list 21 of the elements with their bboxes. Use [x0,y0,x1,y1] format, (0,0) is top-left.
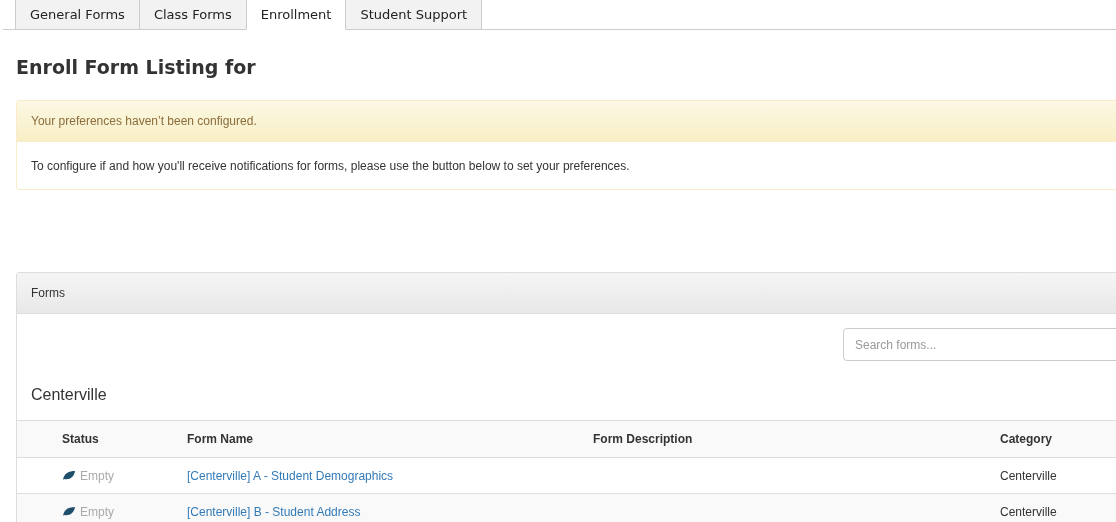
column-header: Form Name [187,420,593,458]
form-link[interactable]: [Centerville] B - Student Address [187,504,361,519]
tab[interactable]: Student Support [345,0,483,29]
category-text: Centerville [1000,468,1057,483]
status-text: Empty [80,504,114,519]
group-title: Centerville [31,385,108,405]
alert-title: Your preferences haven’t been configured. [17,101,1116,142]
column-header: Status [17,420,187,458]
alert-message: To configure if and how you'll receive notifications for forms, please use the button below to set your preferences. [30,158,631,175]
tab[interactable]: General Forms [15,0,140,29]
page-title: Enroll Form Listing for [16,55,257,79]
form-link[interactable]: [Centerville] A - Student Demographics [187,468,394,483]
tab[interactable]: Class Forms [138,0,247,29]
column-header: Form Description [593,420,1000,458]
leaf-icon [62,470,76,481]
leaf-icon [62,506,76,517]
search-field[interactable]: Search forms... [843,328,1116,361]
category-text: Centerville [1000,504,1057,519]
status-text: Empty [80,468,114,483]
panel-title: Forms [17,273,1116,314]
column-header: Category [1000,420,1116,458]
